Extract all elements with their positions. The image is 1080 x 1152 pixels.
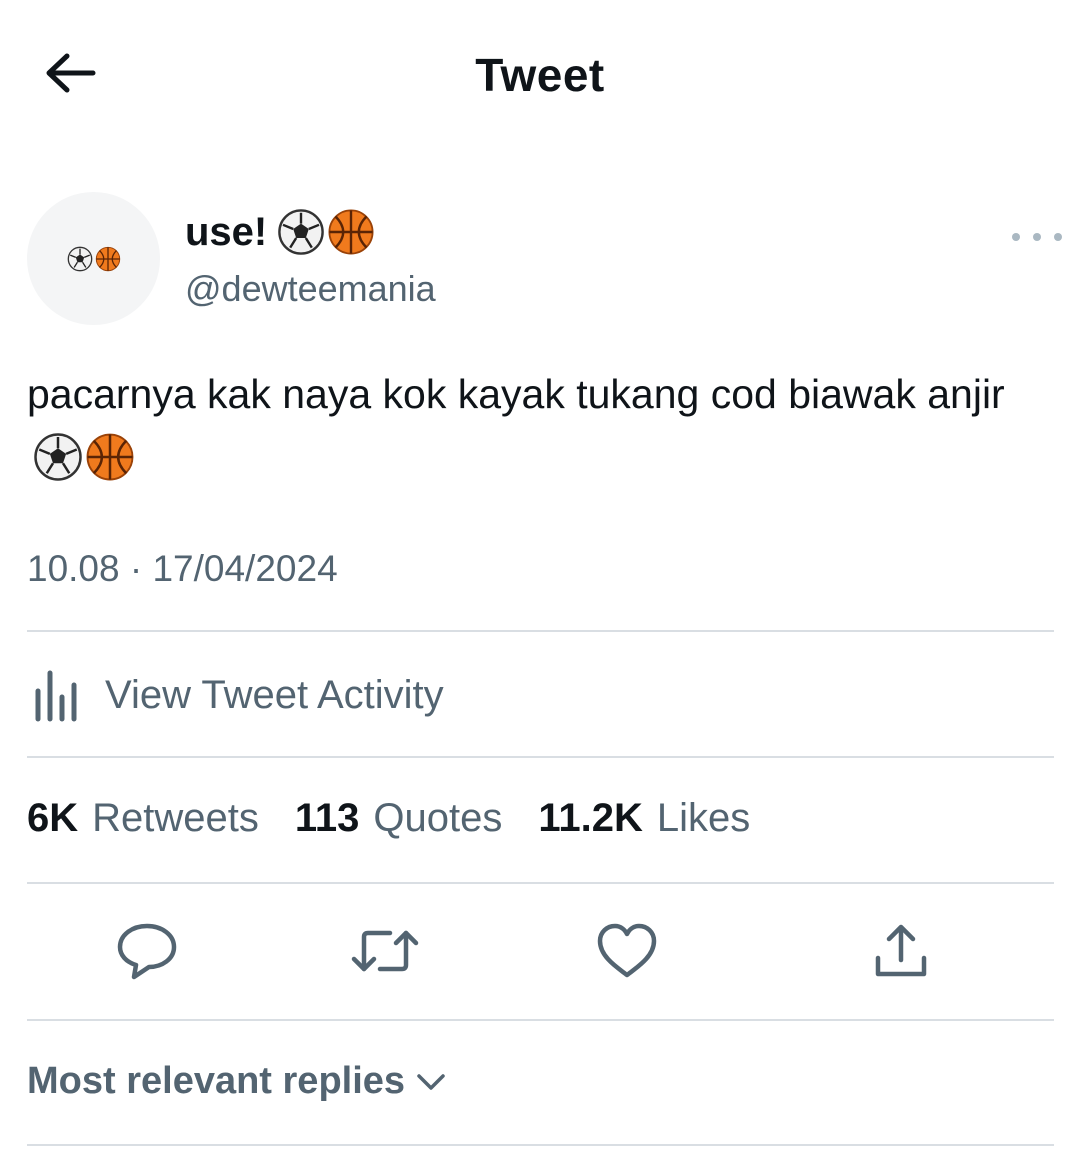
page-title: Tweet — [475, 49, 605, 101]
user-handle[interactable]: @dewteemania — [185, 268, 436, 310]
tweet-text: pacarnya kak naya kok kayak tukang cod b… — [27, 362, 1047, 490]
tweet-timestamp: 10.08 · 17/04/2024 — [27, 548, 338, 589]
tweet-stats: 6K Retweets 113 Quotes 11.2K Likes — [27, 796, 786, 841]
soccer-ball-icon — [67, 246, 92, 271]
basketball-icon — [95, 246, 120, 271]
share-icon — [875, 924, 927, 977]
divider — [27, 882, 1054, 884]
basketball-icon — [86, 433, 134, 481]
reply-button[interactable] — [112, 918, 182, 984]
soccer-ball-icon — [34, 433, 82, 481]
stat-label: Likes — [656, 796, 751, 840]
display-name: use! — [185, 209, 268, 254]
divider — [27, 756, 1054, 758]
stat-number: 113 — [294, 796, 360, 840]
avatar-emoji — [67, 246, 121, 272]
bar-chart-icon — [35, 670, 77, 722]
retweet-icon — [351, 930, 419, 972]
header: Tweet — [0, 0, 1080, 150]
like-icon — [597, 923, 657, 978]
avatar[interactable] — [27, 192, 160, 325]
more-dot — [1054, 233, 1062, 241]
chevron-down-icon — [417, 1073, 445, 1090]
display-name-row[interactable]: use! — [185, 208, 375, 256]
tweet-detail-page: Tweet use! @dewteemania pacarnya kak nay… — [0, 0, 1080, 1152]
activity-label: View Tweet Activity — [105, 672, 444, 717]
divider — [27, 630, 1054, 632]
reply-icon — [117, 923, 177, 980]
replies-sort-dropdown[interactable]: Most relevant replies — [27, 1060, 447, 1103]
replies-sort-label: Most relevant replies — [27, 1060, 406, 1102]
soccer-ball-icon — [278, 209, 325, 255]
more-dot — [1012, 233, 1020, 241]
stat-number: 6K — [27, 796, 79, 840]
stat-label: Quotes — [373, 796, 503, 840]
more-options-icon[interactable] — [1012, 226, 1062, 248]
stat-number: 11.2K — [538, 796, 643, 840]
display-name-emoji — [277, 208, 375, 256]
like-button[interactable] — [592, 918, 662, 984]
more-dot — [1033, 233, 1041, 241]
share-button[interactable] — [866, 918, 936, 984]
view-tweet-activity-button[interactable]: View Tweet Activity — [27, 662, 444, 728]
tweet-text-body: pacarnya kak naya kok kayak tukang cod b… — [27, 371, 1005, 417]
basketball-icon — [328, 209, 374, 255]
quotes-count[interactable]: 113 Quotes — [295, 796, 503, 841]
stat-label: Retweets — [92, 796, 259, 840]
retweets-count[interactable]: 6K Retweets — [27, 796, 259, 841]
likes-count[interactable]: 11.2K Likes — [538, 796, 750, 841]
retweet-button[interactable] — [350, 918, 420, 984]
tweet-text-emoji — [33, 432, 135, 482]
divider — [27, 1144, 1054, 1146]
divider — [27, 1019, 1054, 1021]
